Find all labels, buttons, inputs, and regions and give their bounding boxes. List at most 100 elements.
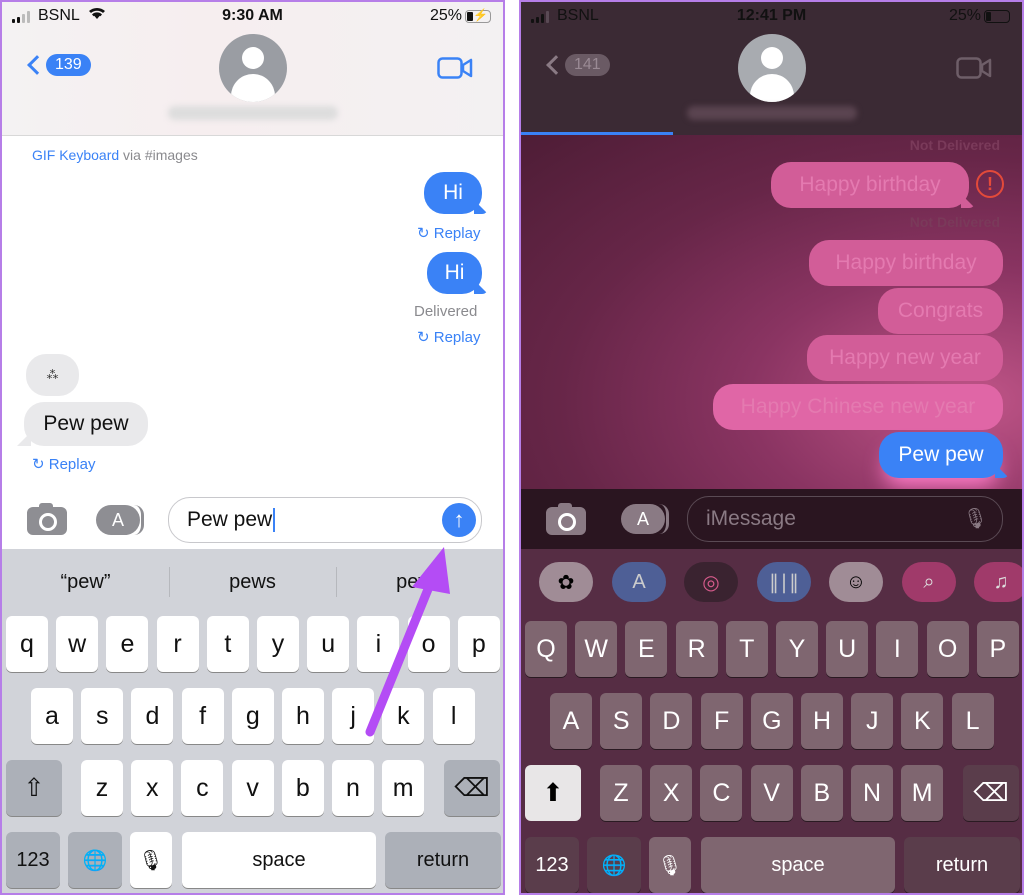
dictation-key[interactable]: 🎙	[649, 837, 691, 893]
send-button[interactable]: ↑	[442, 503, 476, 537]
key-k[interactable]: K	[901, 693, 944, 749]
globe-key[interactable]: 🌐	[587, 837, 641, 893]
key-h[interactable]: H	[801, 693, 843, 749]
key-p[interactable]: P	[976, 621, 1019, 677]
key-s[interactable]: s	[81, 688, 124, 744]
key-d[interactable]: D	[650, 693, 693, 749]
key-f[interactable]: F	[700, 693, 743, 749]
key-x[interactable]: x	[131, 760, 174, 816]
return-key[interactable]: return	[385, 832, 501, 888]
numbers-key[interactable]: 123	[6, 832, 60, 888]
received-sticker[interactable]: ⁂	[26, 354, 79, 396]
key-v[interactable]: v	[231, 760, 274, 816]
key-j[interactable]: J	[851, 693, 894, 749]
contact-name-blurred[interactable]	[167, 106, 338, 120]
suggestion[interactable]: “pew”	[2, 549, 169, 615]
key-v[interactable]: V	[750, 765, 793, 821]
sent-message-with-effect[interactable]: Pew pew	[879, 432, 1003, 478]
key-b[interactable]: B	[800, 765, 843, 821]
suggestion[interactable]: pews	[169, 549, 336, 615]
images-search-app-icon[interactable]: ⌕	[902, 562, 956, 602]
shift-key[interactable]: ⬆	[525, 765, 581, 821]
key-p[interactable]: p	[457, 616, 500, 672]
key-o[interactable]: o	[407, 616, 450, 672]
replay-button[interactable]: ↻ Replay	[417, 328, 480, 346]
key-g[interactable]: G	[750, 693, 793, 749]
key-i[interactable]: i	[357, 616, 400, 672]
gif-keyboard-link[interactable]: GIF Keyboard	[32, 147, 119, 163]
memoji-app-icon[interactable]: ☺	[829, 562, 883, 602]
key-u[interactable]: u	[307, 616, 350, 672]
dictation-key[interactable]: 🎙	[130, 832, 172, 888]
key-b[interactable]: b	[281, 760, 324, 816]
key-z[interactable]: Z	[600, 765, 642, 821]
key-e[interactable]: e	[106, 616, 149, 672]
imessage-input[interactable]: iMessage 🎙	[687, 496, 1003, 542]
key-a[interactable]: A	[550, 693, 592, 749]
microphone-icon[interactable]: 🎙	[963, 506, 988, 531]
key-a[interactable]: a	[31, 688, 73, 744]
key-m[interactable]: M	[901, 765, 944, 821]
key-y[interactable]: Y	[776, 621, 818, 677]
key-l[interactable]: l	[432, 688, 475, 744]
key-y[interactable]: y	[257, 616, 299, 672]
error-icon[interactable]: !	[976, 170, 1004, 198]
video-call-icon[interactable]	[437, 57, 473, 79]
key-c[interactable]: C	[700, 765, 743, 821]
key-e[interactable]: E	[625, 621, 668, 677]
key-x[interactable]: X	[650, 765, 693, 821]
replay-button[interactable]: ↻ Replay	[32, 455, 95, 473]
camera-button[interactable]	[27, 503, 67, 535]
contact-name-blurred[interactable]	[686, 106, 857, 120]
sent-message[interactable]: Happy Chinese new year	[713, 384, 1003, 430]
key-d[interactable]: d	[131, 688, 174, 744]
key-f[interactable]: f	[181, 688, 224, 744]
back-button[interactable]: 139	[24, 54, 91, 76]
globe-key[interactable]: 🌐	[68, 832, 122, 888]
key-c[interactable]: c	[181, 760, 224, 816]
key-s[interactable]: S	[600, 693, 643, 749]
sent-message[interactable]: Congrats	[878, 288, 1003, 334]
key-w[interactable]: W	[575, 621, 618, 677]
photos-app-icon[interactable]: ✿	[539, 562, 593, 602]
video-call-icon[interactable]	[956, 57, 992, 79]
fitness-app-icon[interactable]: ◎	[684, 562, 738, 602]
key-j[interactable]: j	[332, 688, 375, 744]
delete-key[interactable]: ⌫	[444, 760, 500, 816]
key-q[interactable]: q	[6, 616, 48, 672]
key-z[interactable]: z	[81, 760, 123, 816]
key-o[interactable]: O	[926, 621, 969, 677]
shift-key[interactable]: ⇧	[6, 760, 62, 816]
sent-message[interactable]: Happy birthday	[809, 240, 1003, 286]
received-message[interactable]: Pew pew	[24, 402, 148, 446]
key-t[interactable]: T	[725, 621, 768, 677]
sent-message[interactable]: Hi	[427, 252, 482, 294]
key-t[interactable]: t	[206, 616, 249, 672]
music-app-icon[interactable]: ♫	[974, 562, 1022, 602]
key-l[interactable]: L	[951, 693, 994, 749]
key-u[interactable]: U	[826, 621, 869, 677]
key-h[interactable]: h	[282, 688, 324, 744]
space-key[interactable]: space	[701, 837, 895, 893]
camera-button[interactable]	[546, 503, 586, 535]
sent-message[interactable]: Happy new year	[807, 335, 1003, 381]
sent-message[interactable]: Hi	[424, 172, 482, 214]
replay-button[interactable]: ↻ Replay	[417, 224, 480, 242]
app-store-app-icon[interactable]: A	[612, 562, 666, 602]
audio-message-app-icon[interactable]: ∥∣∥	[757, 562, 811, 602]
key-w[interactable]: w	[56, 616, 99, 672]
key-i[interactable]: I	[876, 621, 919, 677]
numbers-key[interactable]: 123	[525, 837, 579, 893]
suggestion[interactable]: pews	[336, 549, 503, 615]
key-n[interactable]: n	[332, 760, 374, 816]
space-key[interactable]: space	[182, 832, 376, 888]
back-button[interactable]: 141	[543, 54, 610, 76]
sent-message[interactable]: Happy birthday	[771, 162, 969, 208]
delete-key[interactable]: ⌫	[963, 765, 1019, 821]
key-n[interactable]: N	[851, 765, 893, 821]
key-k[interactable]: k	[382, 688, 425, 744]
key-q[interactable]: Q	[525, 621, 567, 677]
contact-avatar[interactable]	[737, 34, 806, 102]
message-input[interactable]: Pew pew ↑	[168, 497, 482, 543]
key-r[interactable]: R	[675, 621, 718, 677]
